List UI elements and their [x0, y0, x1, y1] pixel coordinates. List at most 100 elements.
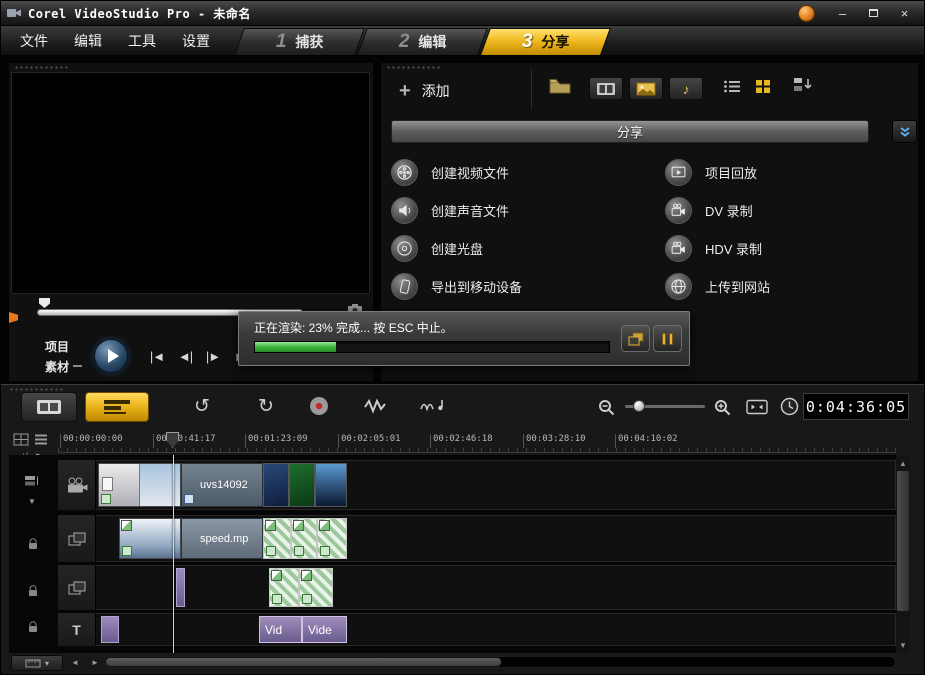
scroll-down-button[interactable]: ▼ — [896, 639, 910, 651]
fit-project-button[interactable] — [745, 397, 769, 417]
video-clip-thumbnails[interactable] — [98, 463, 181, 507]
timeline-ruler[interactable]: 00:00:00:00 00:00:41:17 00:01:23:09 00:0… — [58, 431, 896, 453]
zoom-slider[interactable] — [625, 397, 705, 415]
scroll-up-button[interactable]: ▲ — [896, 457, 910, 469]
prev-frame-button[interactable]: ◄| — [171, 349, 199, 364]
lock-track-icon[interactable] — [28, 538, 38, 550]
lock-track-icon[interactable] — [28, 621, 38, 633]
option-upload-web[interactable]: 上传到网站 — [665, 267, 909, 305]
playhead-line[interactable] — [173, 455, 174, 653]
transition-clip[interactable] — [263, 518, 291, 559]
go-start-button[interactable]: |◄ — [143, 349, 171, 364]
lock-track-icon[interactable] — [28, 585, 38, 597]
play-button[interactable] — [94, 339, 128, 373]
pause-render-button[interactable] — [653, 325, 682, 352]
background-render-button[interactable] — [621, 325, 650, 352]
video-track-icon[interactable] — [58, 460, 96, 510]
horizontal-scroll-thumb[interactable] — [105, 657, 502, 667]
track-list-button[interactable] — [34, 433, 48, 446]
title-track[interactable]: T Vid Vide — [58, 613, 896, 646]
scroll-left-button[interactable]: ◄ — [67, 655, 83, 670]
title-clip[interactable]: Vide — [302, 616, 347, 643]
option-create-video-file[interactable]: 创建视频文件 — [391, 153, 659, 191]
title-clip-small[interactable] — [101, 616, 119, 643]
scroll-right-button[interactable]: ► — [87, 655, 103, 670]
zoom-out-button[interactable] — [597, 398, 615, 416]
ruler-tick: 00:00:41:17 — [156, 434, 216, 444]
overlay-track-2[interactable] — [58, 565, 896, 610]
option-create-disc[interactable]: 创建光盘 — [391, 229, 659, 267]
maximize-button[interactable] — [860, 4, 887, 22]
timeline-scale-widget[interactable]: ▾ — [11, 655, 63, 671]
switch-windows-icon — [627, 331, 645, 347]
video-library-button[interactable] — [589, 77, 623, 100]
option-project-playback[interactable]: 项目回放 — [665, 153, 909, 191]
title-track-icon[interactable]: T — [58, 613, 96, 646]
clock-button[interactable] — [779, 396, 799, 416]
zoom-slider-handle[interactable] — [633, 400, 645, 412]
next-frame-button[interactable]: |► — [199, 349, 227, 364]
tracks-vertical-scrollbar[interactable]: ▲ ▼ — [896, 455, 910, 653]
timeline-horizontal-scrollbar[interactable] — [104, 656, 896, 668]
transition-clip[interactable] — [299, 568, 333, 607]
zoom-in-button[interactable] — [713, 398, 731, 416]
tab-edit[interactable]: 2编辑 — [357, 28, 488, 55]
minimize-button[interactable]: – — [829, 4, 856, 22]
pause-icon — [669, 333, 673, 345]
overlay-track-icon[interactable] — [58, 515, 96, 562]
track-grid-button[interactable] — [13, 433, 29, 446]
sort-button[interactable] — [793, 76, 814, 93]
menu-file[interactable]: 文件 — [7, 31, 61, 51]
timecode-display[interactable]: 0:04:36:05 — [803, 393, 909, 420]
notification-badge-icon[interactable] — [798, 5, 815, 22]
list-view-button[interactable] — [723, 79, 741, 94]
video-track[interactable]: uvs14092 — [58, 460, 896, 510]
tab-capture[interactable]: 1捕获 — [234, 28, 365, 55]
transition-clip[interactable] — [269, 568, 299, 607]
trim-marker[interactable] — [9, 312, 18, 323]
video-clip-thumb[interactable] — [263, 463, 289, 507]
overlay-clip-sliver[interactable] — [176, 568, 185, 607]
browse-folder-button[interactable] — [549, 77, 571, 94]
overlay-clip-thumbnail[interactable] — [119, 518, 181, 559]
photo-library-button[interactable] — [629, 77, 663, 100]
track-group-icon[interactable] — [24, 475, 40, 486]
storyboard-icon — [36, 398, 62, 416]
transition-clip[interactable] — [317, 518, 347, 559]
timeline-view-button[interactable] — [85, 392, 149, 422]
transition-clip[interactable] — [291, 518, 317, 559]
record-disc-button[interactable] — [307, 394, 331, 418]
menu-edit[interactable]: 编辑 — [61, 31, 115, 51]
option-create-audio-file[interactable]: 创建声音文件 — [391, 191, 659, 229]
expand-tracks-button[interactable]: ▼ — [28, 497, 36, 506]
video-clip-thumb[interactable] — [315, 463, 347, 507]
audio-library-button[interactable]: ♪ — [669, 77, 703, 100]
overlay-clip[interactable]: speed.mp — [181, 518, 263, 559]
collapse-panel-button[interactable] — [892, 120, 917, 143]
project-mode-label[interactable]: 项目 — [45, 338, 69, 355]
video-clip[interactable]: uvs14092 — [181, 463, 263, 507]
menu-settings[interactable]: 设置 — [169, 31, 223, 51]
transition-badge — [319, 520, 330, 531]
option-dv-record[interactable]: DV 录制 — [665, 191, 909, 229]
title-clip[interactable]: Vid — [259, 616, 302, 643]
seek-marker[interactable] — [39, 298, 50, 308]
add-button[interactable]: + 添加 — [389, 75, 460, 107]
playhead-marker[interactable] — [166, 432, 179, 448]
menu-tools[interactable]: 工具 — [115, 31, 169, 51]
clip-mode-label[interactable]: 素材 — [45, 358, 69, 375]
option-hdv-record[interactable]: HDV 录制 — [665, 229, 909, 267]
storyboard-view-button[interactable] — [21, 392, 77, 422]
tab-share[interactable]: 3分享 — [480, 28, 611, 55]
option-export-mobile[interactable]: 导出到移动设备 — [391, 267, 659, 305]
audio-wave-button[interactable] — [363, 397, 389, 415]
overlay-track-1[interactable]: speed.mp — [58, 515, 896, 562]
sound-mixer-button[interactable] — [419, 395, 447, 415]
close-button[interactable]: × — [891, 4, 918, 22]
overlay-track-icon[interactable] — [58, 565, 96, 610]
video-clip-thumb[interactable] — [289, 463, 315, 507]
redo-button[interactable]: ↻ — [253, 393, 279, 419]
vertical-scroll-thumb[interactable] — [897, 471, 909, 611]
undo-button[interactable]: ↺ — [189, 393, 215, 419]
thumbnail-view-button[interactable] — [755, 79, 771, 94]
